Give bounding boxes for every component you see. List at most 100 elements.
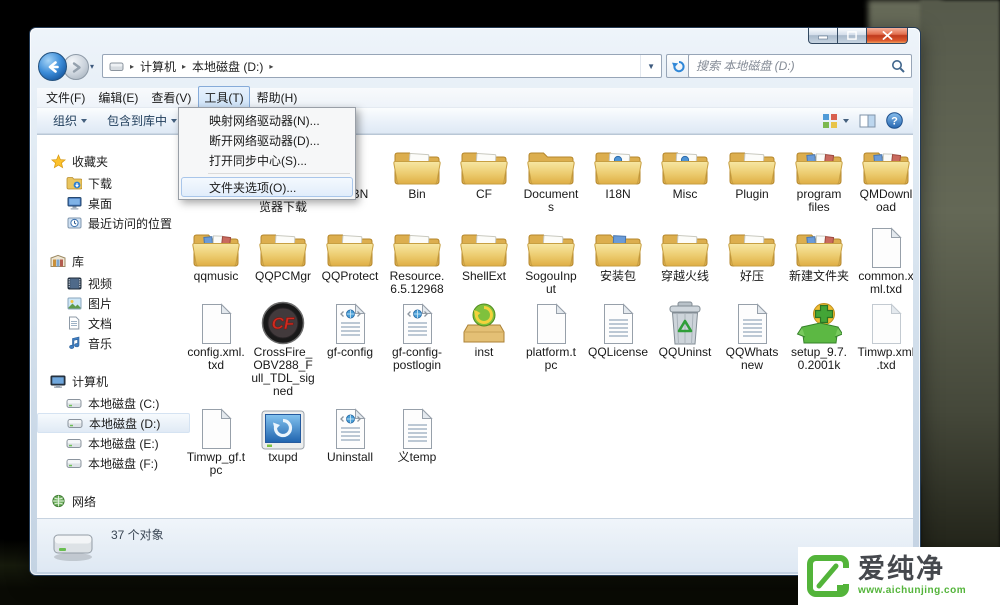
file-item[interactable]: 穿越火线 <box>652 221 718 283</box>
chevron-down-icon <box>81 118 88 123</box>
file-label-line: pc <box>209 463 223 477</box>
file-item[interactable]: QQWhats new <box>719 297 785 372</box>
file-label-line: 安装包 <box>599 269 636 283</box>
file-label-line: ml.txd <box>869 282 902 296</box>
preview-pane-button[interactable] <box>859 114 876 128</box>
folder-globe-icon <box>585 139 651 187</box>
toolbar-button-1[interactable]: 组织 <box>43 108 97 133</box>
watermark-url: www.aichunjing.com <box>858 585 967 596</box>
file-item[interactable]: Misc <box>652 139 718 201</box>
explorer-window: ▾ ▸ 计算机 ▸ 本地磁盘 (D:) ▸ ▼ 文件(F)编辑(E)查看(V)工具(T)… <box>30 28 920 575</box>
app-update-icon <box>250 402 316 450</box>
menubar-item-5[interactable]: 帮助(H) <box>251 86 304 109</box>
file-item[interactable]: Timwp.xml .txd <box>853 297 913 372</box>
file-item[interactable]: QQProtect <box>317 221 383 283</box>
menubar-item-4[interactable]: 工具(T) <box>198 86 250 109</box>
folder-page-icon <box>384 221 450 269</box>
file-label-line: Bin <box>408 187 426 201</box>
doc-lines-icon <box>384 402 450 450</box>
doc-lines-icon <box>719 297 785 345</box>
file-item[interactable]: QQLicense <box>585 297 651 359</box>
menubar-item-1[interactable]: 文件(F) <box>40 86 91 109</box>
close-button[interactable] <box>866 28 908 44</box>
file-item[interactable]: gf-config-postlogin <box>384 297 450 372</box>
file-label-line: .txd <box>876 358 896 372</box>
file-item[interactable]: Uninstall <box>317 402 383 464</box>
tools-menu: 映射网络驱动器(N)... 断开网络驱动器(D)... 打开同步中心(S)... 文件… <box>178 107 356 200</box>
file-label-line: 义temp <box>397 450 437 464</box>
file-item[interactable]: QQUninst <box>652 297 718 359</box>
tools-menu-item-2[interactable]: 断开网络驱动器(D)... <box>181 130 353 150</box>
views-button[interactable] <box>822 113 849 128</box>
minimize-button[interactable] <box>808 28 838 44</box>
file-item[interactable]: gf-config <box>317 297 383 359</box>
file-label-line: pc <box>544 358 558 372</box>
toolbar: 组织 包含到库中 ? <box>37 108 913 134</box>
menu-separator <box>208 173 350 174</box>
file-label-line: 新建文件夹 <box>788 269 849 283</box>
tools-menu-item-1[interactable]: 映射网络驱动器(N)... <box>181 110 353 130</box>
file-item[interactable]: 好压 <box>719 221 785 283</box>
folder-page-icon <box>384 139 450 187</box>
file-item[interactable]: config.xml. txd <box>183 297 249 372</box>
recent-pages-dropdown[interactable]: ▾ <box>90 62 94 71</box>
file-item[interactable]: txupd <box>250 402 316 464</box>
file-item[interactable]: Resource. 6.5.12968 <box>384 221 450 296</box>
tools-menu-item-5[interactable]: 文件夹选项(O)... <box>181 177 353 197</box>
file-item[interactable]: QMDownl oad <box>853 139 913 214</box>
file-item[interactable]: SogouInp ut <box>518 221 584 296</box>
breadcrumb-item-2[interactable]: 本地磁盘 (D:) <box>192 58 263 75</box>
file-label-line: 好压 <box>739 269 764 283</box>
file-item[interactable]: qqmusic <box>183 221 249 283</box>
tools-menu-item-3[interactable]: 打开同步中心(S)... <box>181 150 353 170</box>
file-item[interactable]: CF <box>451 139 517 201</box>
breadcrumb-item-1[interactable]: 计算机 <box>140 58 176 75</box>
file-item[interactable]: Plugin <box>719 139 785 201</box>
file-label-line: 穿越火线 <box>660 269 709 283</box>
file-item[interactable]: 新建文件夹 <box>786 221 852 283</box>
folder-page-icon <box>719 221 785 269</box>
doc-globe-icon <box>384 297 450 345</box>
toolbar-button-2[interactable]: 包含到库中 <box>97 108 187 133</box>
file-item[interactable]: Document s <box>518 139 584 214</box>
back-button[interactable] <box>38 52 67 81</box>
file-item[interactable]: platform.t pc <box>518 297 584 372</box>
folder-icon <box>518 139 584 187</box>
cf-emblem-icon: CF <box>250 297 316 345</box>
file-item[interactable]: I18N <box>585 139 651 201</box>
menubar-item-3[interactable]: 查看(V) <box>145 86 197 109</box>
file-label-line: Uninstall <box>326 450 374 464</box>
search-icon[interactable] <box>891 59 911 73</box>
file-label-line: qqmusic <box>193 269 239 283</box>
file-label-line: files <box>808 200 830 214</box>
file-item[interactable]: ShellExt <box>451 221 517 283</box>
file-item[interactable]: setup_9.7. 0.2001k <box>786 297 852 372</box>
file-item[interactable]: 义temp <box>384 402 450 464</box>
file-item[interactable]: program files <box>786 139 852 214</box>
menubar-item-2[interactable]: 编辑(E) <box>92 86 144 109</box>
search-input[interactable] <box>689 59 891 73</box>
disk-icon <box>51 528 95 567</box>
file-label-line: 览器下载 <box>258 200 307 214</box>
breadcrumb: ▸ 计算机 ▸ 本地磁盘 (D:) ▸ <box>124 58 279 75</box>
file-item[interactable]: QQPCMgr <box>250 221 316 283</box>
file-item[interactable]: 安装包 <box>585 221 651 283</box>
file-label-line: new <box>740 358 763 372</box>
doc-icon <box>853 221 913 269</box>
address-bar[interactable]: ▸ 计算机 ▸ 本地磁盘 (D:) ▸ ▼ <box>102 54 662 78</box>
folder-page-icon <box>250 221 316 269</box>
file-label-line: ut <box>545 282 556 296</box>
file-item[interactable]: CF CrossFire_ OBV288_F ull_TDL_sig ned <box>250 297 316 398</box>
file-label-line: QQProtect <box>321 269 379 283</box>
caption-buttons <box>808 28 908 44</box>
address-dropdown[interactable]: ▼ <box>640 55 661 77</box>
help-button[interactable]: ? <box>886 112 903 129</box>
doc-faint-icon <box>853 297 913 345</box>
file-item[interactable]: common.x ml.txd <box>853 221 913 296</box>
file-label-line: CF <box>476 187 492 201</box>
file-item[interactable]: Timwp_gf.t pc <box>183 402 249 477</box>
watermark-logo-icon <box>807 555 849 597</box>
file-item[interactable]: Bin <box>384 139 450 201</box>
file-item[interactable]: inst <box>451 297 517 359</box>
maximize-button[interactable] <box>838 28 866 44</box>
